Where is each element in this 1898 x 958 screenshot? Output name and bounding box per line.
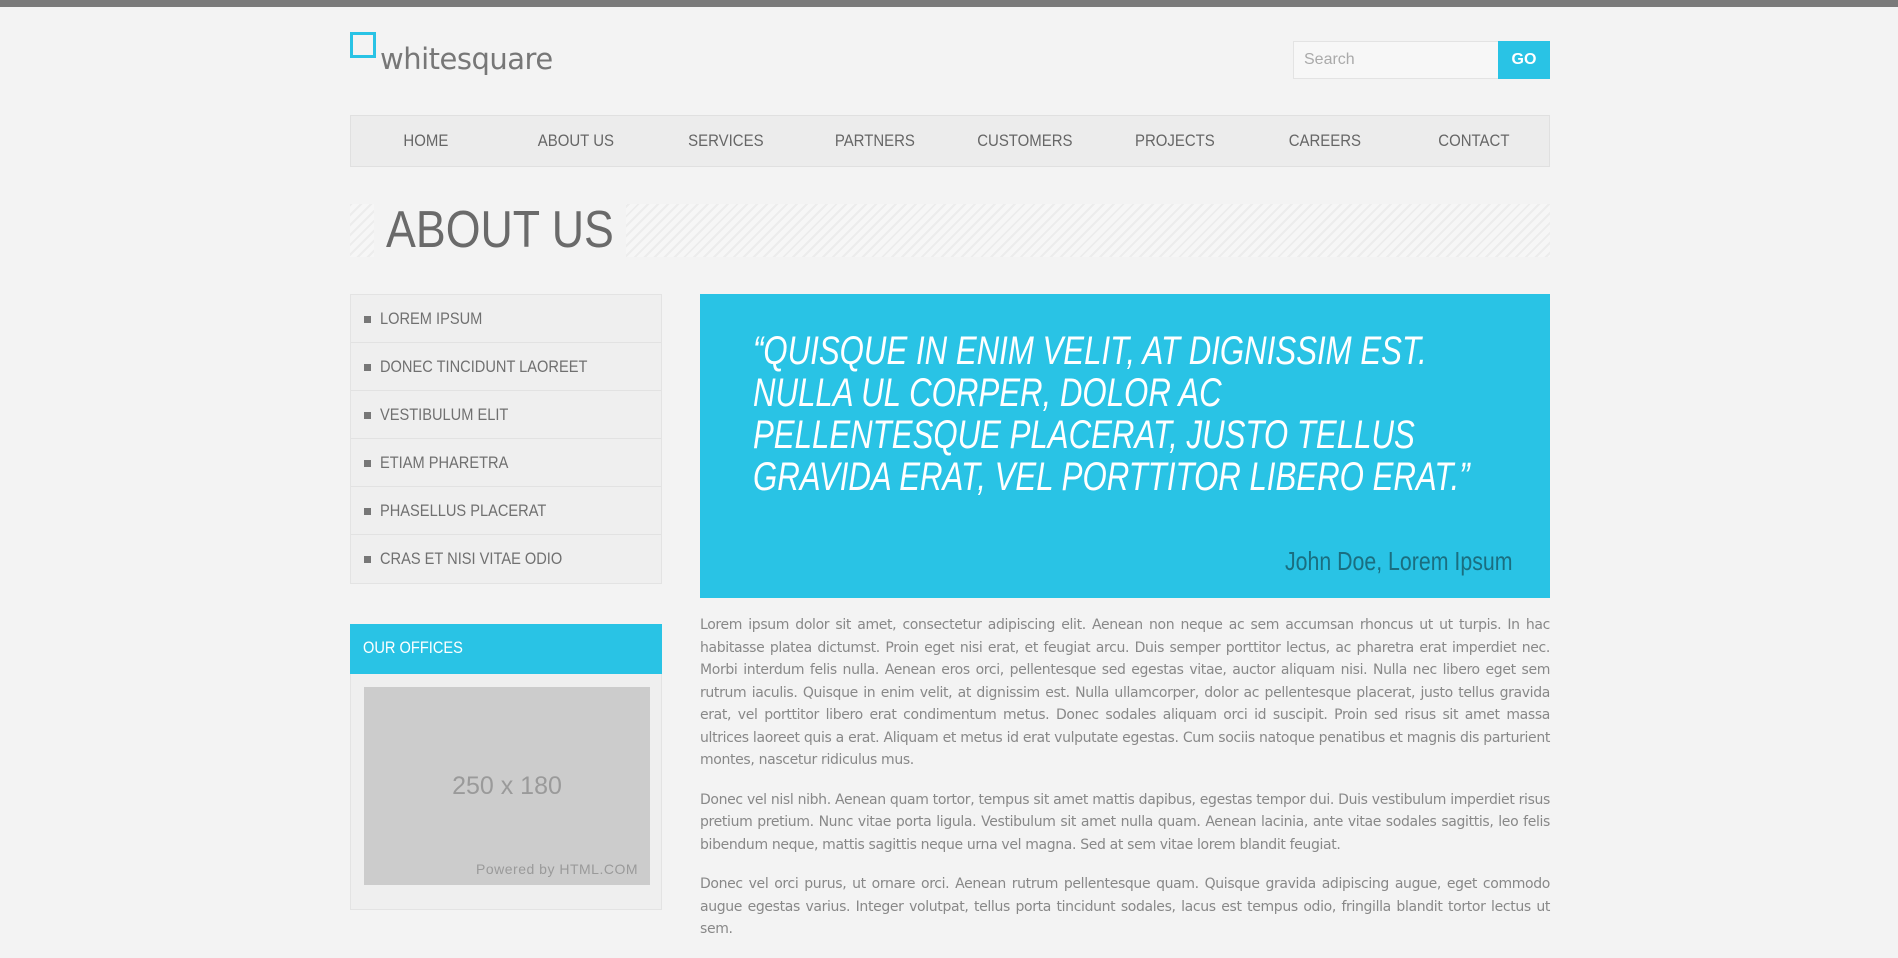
nav-item-careers[interactable]: CAREERS — [1258, 116, 1390, 166]
search-input[interactable]: Search — [1293, 41, 1500, 79]
offices-title: OUR OFFICES — [363, 638, 463, 657]
main-content: Lorem ipsum dolor sit amet, consectetur … — [700, 614, 1550, 958]
nav-item-projects[interactable]: PROJECTS — [1109, 116, 1241, 166]
sidebar-item-label: DONEC TINCIDUNT LAOREET — [380, 357, 588, 376]
bullet-icon — [364, 508, 371, 515]
offices-header: OUR OFFICES — [350, 624, 662, 674]
logo-text: whitesquare — [380, 42, 553, 76]
offices-panel: 250 x 180 Powered by HTML.COM — [350, 674, 662, 910]
map-placeholder-image: 250 x 180 Powered by HTML.COM — [364, 687, 650, 885]
search-go-button[interactable]: GO — [1498, 41, 1550, 79]
sidebar-item-vestibulum-elit[interactable]: VESTIBULUM ELIT — [351, 391, 661, 439]
bullet-icon — [364, 364, 371, 371]
sidebar-item-label: VESTIBULUM ELIT — [380, 405, 509, 424]
content-paragraph: Donec vel orci purus, ut ornare orci. Ae… — [700, 876, 1550, 937]
quote-block: “QUISQUE IN ENIM VELIT, AT DIGNISSIM EST… — [700, 294, 1550, 598]
placeholder-size-label: 250 x 180 — [452, 772, 562, 800]
nav-item-customers[interactable]: CUSTOMERS — [959, 116, 1091, 166]
content-paragraph: Donec vel nisl nibh. Aenean quam tortor,… — [700, 791, 1550, 853]
sidebar-menu: LOREM IPSUM DONEC TINCIDUNT LAOREET VEST… — [350, 294, 662, 584]
quote-text: “QUISQUE IN ENIM VELIT, AT DIGNISSIM EST… — [753, 329, 1470, 499]
nav-item-home[interactable]: HOME — [360, 116, 492, 166]
sidebar-item-lorem-ipsum[interactable]: LOREM IPSUM — [351, 295, 661, 343]
bullet-icon — [364, 316, 371, 323]
page-title-bar: ABOUT US — [350, 204, 1550, 257]
nav-item-services[interactable]: SERVICES — [659, 116, 791, 166]
sidebar-item-label: ETIAM PHARETRA — [380, 453, 509, 472]
content-paragraph: Lorem ipsum dolor sit amet, consectetur … — [700, 617, 1550, 768]
sidebar-item-phasellus-placerat[interactable]: PHASELLUS PLACERAT — [351, 487, 661, 535]
sidebar-item-label: CRAS ET NISI VITAE ODIO — [380, 549, 563, 568]
sidebar-item-cras-et-nisi-vitae-odio[interactable]: CRAS ET NISI VITAE ODIO — [351, 535, 661, 583]
bullet-icon — [364, 412, 371, 419]
page-title: ABOUT US — [374, 204, 626, 257]
nav-item-contact[interactable]: CONTACT — [1408, 116, 1540, 166]
main-nav: HOME ABOUT US SERVICES PARTNERS CUSTOMER… — [350, 115, 1550, 167]
sidebar-item-etiam-pharetra[interactable]: ETIAM PHARETRA — [351, 439, 661, 487]
nav-item-partners[interactable]: PARTNERS — [809, 116, 941, 166]
page-container: whitesquare Search GO HOME ABOUT US SERV… — [350, 0, 1550, 937]
sidebar-item-donec-tincidunt-laoreet[interactable]: DONEC TINCIDUNT LAOREET — [351, 343, 661, 391]
nav-item-about-us[interactable]: ABOUT US — [510, 116, 642, 166]
sidebar-item-label: PHASELLUS PLACERAT — [380, 501, 547, 520]
placeholder-powered-by: Powered by HTML.COM — [476, 861, 638, 877]
quote-author: John Doe, Lorem Ipsum — [1284, 546, 1512, 576]
sidebar-item-label: LOREM IPSUM — [380, 309, 483, 328]
logo-square-icon — [350, 32, 376, 58]
bullet-icon — [364, 556, 371, 563]
logo[interactable]: whitesquare — [350, 32, 570, 82]
bullet-icon — [364, 460, 371, 467]
